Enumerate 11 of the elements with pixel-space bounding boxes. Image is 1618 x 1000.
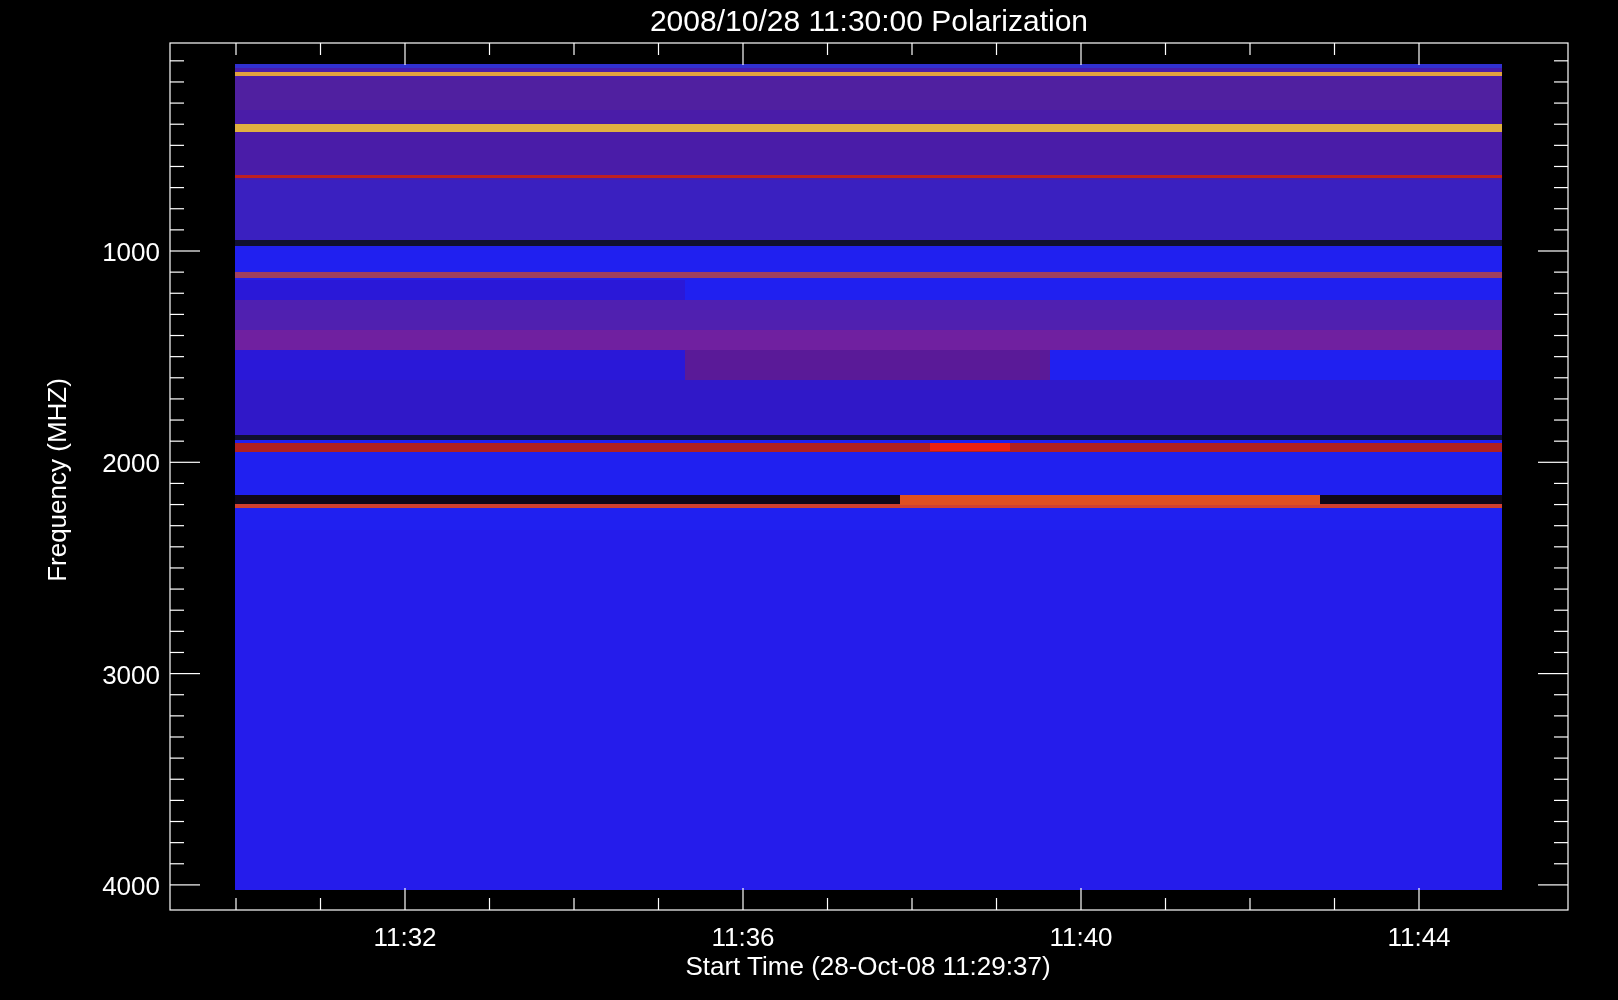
x-tick-label: 11:32 <box>373 922 437 952</box>
y-tick-label: 3000 <box>102 659 160 690</box>
y-tick-label: 4000 <box>102 870 160 901</box>
plot-title: 2008/10/28 11:30:00 Polarization <box>649 4 1089 37</box>
y-tick-label: 1000 <box>102 237 160 267</box>
x-tick-label: 11:44 <box>1387 922 1451 952</box>
y-tick-label: 2000 <box>102 448 160 479</box>
x-tick-label: 11:36 <box>711 922 775 952</box>
x-tick-label: 11:40 <box>1049 922 1113 952</box>
y-axis-label: Frequency (MHZ) <box>42 378 72 582</box>
x-axis-label: Start Time (28-Oct-08 11:29:37) <box>685 951 1051 981</box>
